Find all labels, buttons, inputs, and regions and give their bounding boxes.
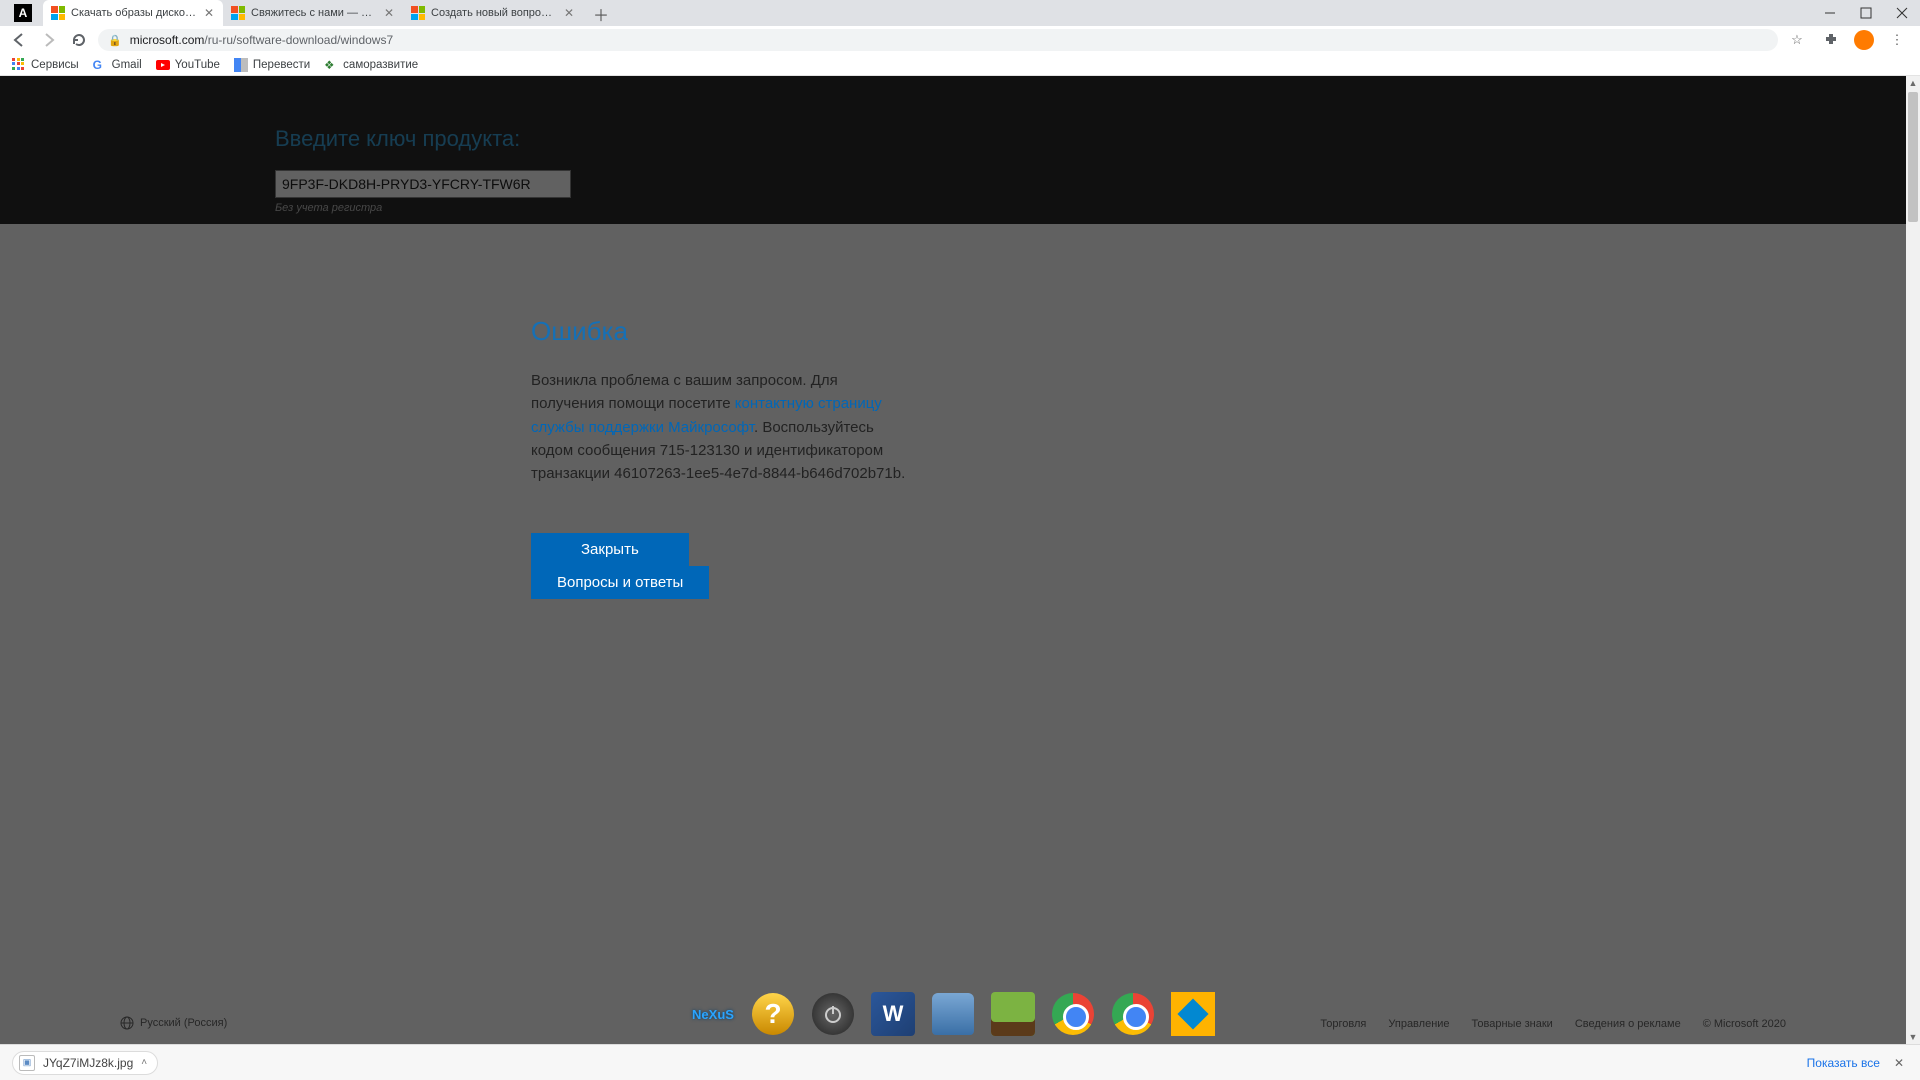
dock-app-chrome-2[interactable] [1109, 990, 1157, 1038]
desktop-dock: NeXuS ? W [689, 990, 1217, 1038]
microsoft-favicon [411, 6, 425, 20]
browser-tab[interactable]: Создать новый вопрос или нач ✕ [403, 0, 583, 26]
product-key-section: Введите ключ продукта: Без учета регистр… [275, 126, 571, 214]
error-title: Ошибка [531, 316, 911, 347]
language-selector[interactable]: Русский (Россия) [120, 1016, 227, 1030]
close-tab-icon[interactable]: ✕ [563, 7, 575, 19]
footer-link[interactable]: Товарные знаки [1472, 1018, 1553, 1030]
downloads-shelf: ▣ JYqZ7iMJz8k.jpg ˄ Показать все ✕ [0, 1044, 1920, 1080]
translate-icon [234, 58, 248, 72]
tab-title: Создать новый вопрос или нач [431, 7, 557, 19]
error-body: Возникла проблема с вашим запросом. Для … [531, 369, 911, 485]
file-icon: ▣ [19, 1055, 35, 1071]
youtube-icon [156, 58, 170, 72]
dock-app-help[interactable]: ? [749, 990, 797, 1038]
browser-tab[interactable]: Свяжитесь с нами — служба по ✕ [223, 0, 403, 26]
close-shelf-icon[interactable]: ✕ [1890, 1056, 1908, 1070]
window-controls [1812, 0, 1920, 26]
show-all-downloads-link[interactable]: Показать все [1807, 1056, 1880, 1070]
reload-button[interactable] [68, 29, 90, 51]
star-bookmark-icon[interactable]: ☆ [1786, 29, 1808, 51]
dock-app-minecraft[interactable] [989, 990, 1037, 1038]
dock-app-nexus[interactable]: NeXuS [689, 990, 737, 1038]
browser-tab[interactable]: Скачать образы дисков с Wind ✕ [43, 0, 223, 26]
download-filename: JYqZ7iMJz8k.jpg [43, 1056, 133, 1070]
close-tab-icon[interactable]: ✕ [383, 7, 395, 19]
profile-avatar[interactable] [1854, 30, 1874, 50]
bookmark-selfdev[interactable]: ❖ саморазвитие [324, 58, 418, 72]
faq-button[interactable]: Вопросы и ответы [531, 566, 709, 599]
download-item[interactable]: ▣ JYqZ7iMJz8k.jpg ˄ [12, 1051, 158, 1075]
bookmarks-bar: Сервисы G Gmail YouTube Перевести ❖ само… [0, 54, 1920, 76]
scroll-down-button[interactable]: ▼ [1906, 1030, 1920, 1044]
error-modal: Ошибка Возникла проблема с вашим запросо… [531, 316, 911, 599]
product-key-input[interactable] [275, 170, 571, 198]
dock-app-power[interactable] [809, 990, 857, 1038]
microsoft-favicon [51, 6, 65, 20]
maximize-button[interactable] [1848, 0, 1884, 26]
bookmark-apps[interactable]: Сервисы [12, 58, 79, 72]
dock-app-chrome[interactable] [1049, 990, 1097, 1038]
bookmark-gmail[interactable]: G Gmail [93, 58, 142, 72]
bookmark-youtube[interactable]: YouTube [156, 58, 220, 72]
dock-app-geometry-dash[interactable] [1169, 990, 1217, 1038]
back-button[interactable] [8, 29, 30, 51]
leaf-icon: ❖ [324, 58, 338, 72]
address-bar-row: 🔒 microsoft.com/ru-ru/software-download/… [0, 26, 1920, 54]
footer-copyright: © Microsoft 2020 [1703, 1018, 1786, 1030]
scroll-up-button[interactable]: ▲ [1906, 76, 1920, 90]
chevron-up-icon[interactable]: ˄ [141, 1057, 147, 1068]
close-tab-icon[interactable]: ✕ [203, 7, 215, 19]
product-key-title: Введите ключ продукта: [275, 126, 571, 152]
close-button[interactable]: Закрыть [531, 533, 689, 566]
new-tab-button[interactable]: ＋ [589, 2, 613, 26]
close-window-button[interactable] [1884, 0, 1920, 26]
tab-strip: A Скачать образы дисков с Wind ✕ Свяжите… [0, 0, 1920, 26]
google-g-icon: G [93, 58, 107, 72]
tab-title: Скачать образы дисков с Wind [71, 7, 197, 19]
microsoft-favicon [231, 6, 245, 20]
dock-app-word[interactable]: W [869, 990, 917, 1038]
product-key-note: Без учета регистра [275, 202, 571, 214]
minimize-button[interactable] [1812, 0, 1848, 26]
url-text: microsoft.com/ru-ru/software-download/wi… [130, 33, 1768, 47]
footer-link[interactable]: Сведения о рекламе [1575, 1018, 1681, 1030]
footer-link[interactable]: Управление [1388, 1018, 1449, 1030]
apps-grid-icon [12, 58, 26, 72]
scroll-thumb[interactable] [1908, 92, 1918, 222]
vertical-scrollbar[interactable]: ▲ ▼ [1906, 76, 1920, 1044]
lock-icon: 🔒 [108, 34, 122, 47]
app-switcher-icon[interactable]: A [9, 0, 37, 26]
chrome-menu-icon[interactable]: ⋮ [1886, 29, 1908, 51]
extensions-icon[interactable] [1820, 29, 1842, 51]
page-viewport: Введите ключ продукта: Без учета регистр… [0, 76, 1906, 1044]
globe-icon [120, 1016, 134, 1030]
forward-button[interactable] [38, 29, 60, 51]
address-bar[interactable]: 🔒 microsoft.com/ru-ru/software-download/… [98, 29, 1778, 51]
tab-title: Свяжитесь с нами — служба по [251, 7, 377, 19]
dock-app-recycle-bin[interactable] [929, 990, 977, 1038]
footer-link[interactable]: Торговля [1320, 1018, 1366, 1030]
bookmark-translate[interactable]: Перевести [234, 58, 310, 72]
